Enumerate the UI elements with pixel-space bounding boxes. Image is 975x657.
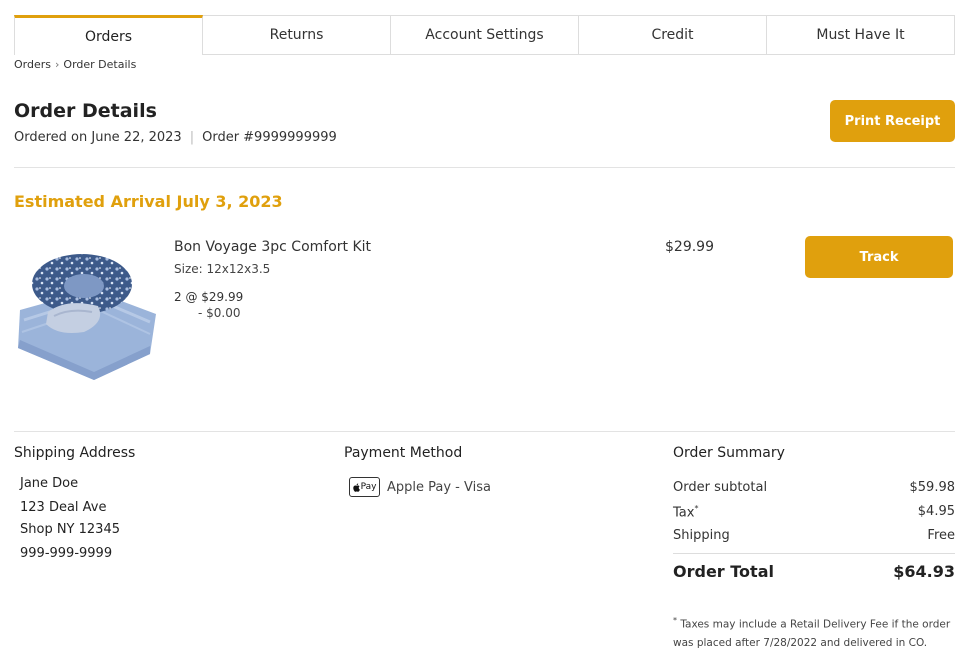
tab-account-settings[interactable]: Account Settings [391,15,579,55]
shipping-value: Free [927,528,955,543]
shipping-city: Shop NY 12345 [20,522,120,537]
tab-must-have-it[interactable]: Must Have It [767,15,955,55]
tax-label: Tax* [673,504,699,521]
shipping-label: Shipping [673,528,730,543]
product-name[interactable]: Bon Voyage 3pc Comfort Kit [174,239,371,255]
summary-tax-row: Tax* $4.95 [673,504,955,520]
estimated-arrival: Estimated Arrival July 3, 2023 [14,192,283,211]
product-size: Size: 12x12x3.5 [174,262,271,276]
print-receipt-button[interactable]: Print Receipt [830,100,955,142]
tax-footnote-mark: * [694,504,699,513]
track-button[interactable]: Track [805,236,953,278]
breadcrumb: Orders › Order Details [14,58,136,71]
subtotal-label: Order subtotal [673,480,768,495]
product-price: $29.99 [665,239,714,255]
tab-returns[interactable]: Returns [203,15,391,55]
header-divider [14,167,955,168]
order-total-value: $64.93 [893,562,955,581]
payment-method: Pay Apple Pay - Visa [349,477,491,497]
ordered-date: Ordered on June 22, 2023 [14,130,182,145]
shipping-address-title: Shipping Address [14,445,136,461]
summary-divider [673,553,955,554]
breadcrumb-link-orders[interactable]: Orders [14,58,51,71]
footnote-mark: * [673,616,677,625]
order-total-row: Order Total $64.93 [673,562,955,581]
order-meta: Ordered on June 22, 2023 | Order #999999… [14,130,337,145]
tax-footnote: * Taxes may include a Retail Delivery Fe… [673,612,955,652]
summary-shipping-row: Shipping Free [673,528,955,543]
apple-logo-icon [352,483,360,492]
order-total-label: Order Total [673,562,774,581]
page-title: Order Details [14,100,157,122]
order-number: Order #9999999999 [202,130,337,145]
tab-credit[interactable]: Credit [579,15,767,55]
footnote-text: Taxes may include a Retail Delivery Fee … [673,618,951,649]
summary-subtotal-row: Order subtotal $59.98 [673,480,955,495]
shipping-street: 123 Deal Ave [20,500,107,515]
tab-orders[interactable]: Orders [14,15,203,55]
payment-method-title: Payment Method [344,445,463,461]
shipping-phone: 999-999-9999 [20,546,113,561]
breadcrumb-current: Order Details [63,58,137,71]
details-divider [14,431,955,432]
payment-method-text: Apple Pay - Visa [387,479,491,495]
apple-pay-badge-text: Pay [360,482,377,492]
product-image[interactable] [14,236,160,386]
meta-divider: | [189,130,195,145]
order-summary-title: Order Summary [673,445,785,461]
tax-value: $4.95 [917,504,955,519]
shipping-name: Jane Doe [20,476,79,491]
subtotal-value: $59.98 [909,480,956,495]
account-tabs: Orders Returns Account Settings Credit M… [14,15,955,55]
apple-pay-badge: Pay [349,477,380,497]
breadcrumb-separator: › [55,58,60,71]
product-quantity-price: 2 @ $29.99 [174,290,244,304]
product-discount: - $0.00 [198,306,241,320]
